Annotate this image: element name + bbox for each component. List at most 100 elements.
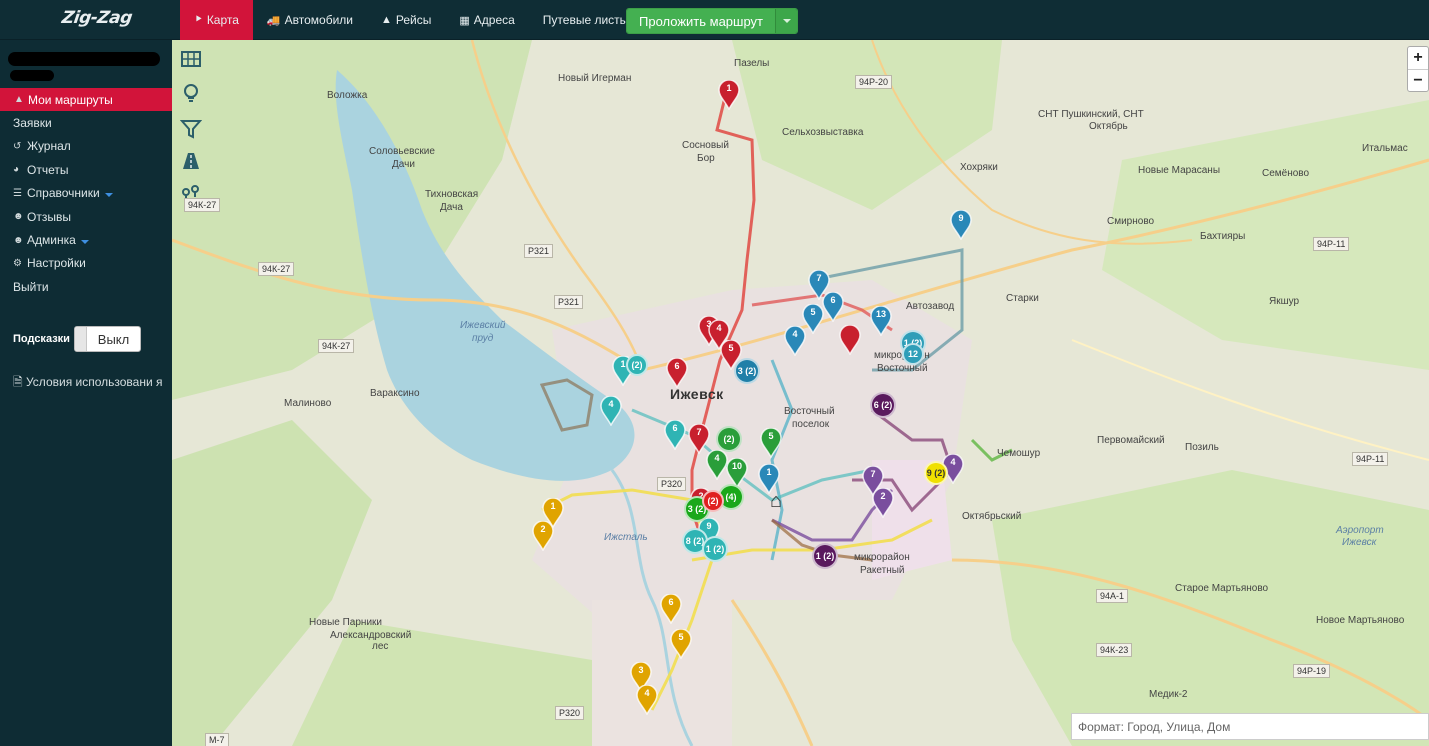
sidebar-item-label: Заявки [13,116,52,131]
redacted-user-role [10,70,54,81]
route-marker[interactable]: 4 [784,325,806,357]
place-label: Семёново [1262,168,1310,179]
building-icon: ▦ [459,14,470,27]
marker-cluster[interactable]: (2) [716,426,742,452]
map-canvas[interactable]: + − Пазелы Новый Игерман Воложка Сельхоз… [172,40,1429,746]
sidebar-item-requests[interactable]: Заявки [0,111,172,134]
marker-cluster[interactable]: 9 (2) [924,461,948,485]
marker-label: 5 [728,343,734,353]
marker-cluster[interactable]: 1 (2) [812,543,838,569]
zoom-out-button[interactable]: − [1408,69,1428,91]
marker-label: 4 [714,453,720,463]
nav-vehicles[interactable]: 🚚 Автомобили [253,0,367,40]
route-marker[interactable]: 2 [872,487,894,519]
place-label: Итальмас [1362,143,1408,154]
marker-cluster[interactable]: 1 (2) [702,536,728,562]
caret-down-icon [80,240,89,245]
nav-map[interactable]: ⯈ Карта [180,0,253,40]
place-label: Ижевск [1342,537,1377,548]
place-label: Соловьевские [369,146,435,157]
route-marker[interactable]: 5 [670,628,692,660]
route-marker[interactable]: 13 [870,305,892,337]
place-label: Октябрьский [962,511,1022,522]
sidebar-item-reviews[interactable]: ☻ Отзывы [0,205,172,228]
place-label: Восточный [784,406,835,417]
marker-label: 7 [696,427,702,437]
filter-icon[interactable] [179,118,203,140]
route-marker[interactable]: 9 [950,209,972,241]
sidebar-item-admin[interactable]: ☻ Админка [0,228,172,251]
zoom-in-button[interactable]: + [1408,47,1428,69]
nav-addresses[interactable]: ▦ Адреса [445,0,528,40]
zoom-control: + − [1407,46,1429,92]
marker-label: 4 [716,323,722,333]
place-label: микрорайон [854,552,910,563]
route-marker[interactable]: 6 [660,593,682,625]
users-icon: ☻ [13,211,24,223]
place-label: Ижсталь [604,532,648,543]
route-marker[interactable]: 2 [532,520,554,552]
terms-of-use-link[interactable]: 🗎 Условия использовани я [13,374,163,391]
nav-trips[interactable]: ▲ Рейсы [367,0,445,40]
route-marker[interactable]: 6 [822,291,844,323]
sidebar-item-reports[interactable]: ◕ Отчеты [0,158,172,181]
place-label: Бахтияры [1200,231,1246,242]
build-route-button[interactable]: Проложить маршрут [627,9,775,33]
route-marker[interactable]: 6 [664,419,686,451]
lightbulb-icon[interactable] [180,82,202,104]
place-label: Восточный [877,363,928,374]
place-label: Якшур [1269,296,1300,307]
route-marker[interactable]: 5 [760,427,782,459]
road-shield: 94К-27 [184,198,221,212]
route-marker[interactable]: 4 [600,395,622,427]
sidebar-item-settings[interactable]: ⚙ Настройки [0,252,172,275]
address-search-input[interactable] [1071,713,1429,740]
route-marker[interactable]: 1 [758,463,780,495]
place-label: Автозавод [906,301,955,312]
sidebar-item-journal[interactable]: ↺ Журнал [0,135,172,158]
hints-label: Подсказки [13,333,70,345]
sidebar-item-my-routes[interactable]: ▲ Мои маршруты [0,88,172,112]
marker-cluster[interactable]: 6 (2) [870,392,896,418]
sidebar-item-directories[interactable]: ☰ Справочники [0,182,172,205]
map-grid-icon[interactable] [180,48,202,70]
sidebar-menu: ▲ Мои маршруты Заявки ↺ Журнал ◕ Отчеты ☰ Сп… [0,88,172,299]
road-icon[interactable] [180,150,202,172]
place-label: Малиново [284,398,332,409]
route-marker[interactable] [839,324,861,356]
place-label: Чемошур [997,448,1041,459]
sidebar-item-label: Отзывы [27,209,71,224]
marker-label: 5 [678,632,684,642]
marker-cluster[interactable]: 12 [902,343,924,365]
gear-icon: ⚙ [13,257,22,269]
route-marker[interactable]: 6 [666,357,688,389]
marker-label: 13 [875,309,886,319]
route-marker[interactable]: 4 [706,449,728,481]
route-marker[interactable]: 1 [718,79,740,111]
marker-label: 2 [540,524,546,534]
road-icon: ▲ [380,14,392,26]
nav-label: Карта [206,13,239,27]
app-logo[interactable]: Zig-Zag [61,8,134,28]
marker-label: 5 [810,307,816,317]
place-label: Ижевский [460,320,506,331]
marker-cluster[interactable]: (2) [702,490,724,512]
hints-toggle[interactable]: Выкл [74,326,141,352]
place-label: поселок [792,419,830,430]
place-label: Сосновый [682,140,729,151]
marker-label: 6 [672,423,678,433]
route-marker[interactable]: 4 [636,684,658,716]
place-label: Сельхозвыставка [782,127,864,138]
build-route-dropdown-toggle[interactable] [775,9,797,33]
marker-cluster[interactable]: (2) [626,354,648,376]
marker-cluster[interactable]: 3 (2) [734,358,760,384]
terms-label: Условия использовани я [25,375,163,389]
build-route-button-group: Проложить маршрут [626,8,798,34]
place-label: Аэропорт [1336,525,1384,536]
place-label: Дачи [392,159,415,170]
place-label: лес [372,641,389,652]
sidebar-item-logout[interactable]: Выйти [0,275,172,298]
map-pin-icon: ⯈ [194,13,203,26]
marker-label: 1 [766,467,772,477]
road-shield: 94Р-11 [1352,452,1389,466]
